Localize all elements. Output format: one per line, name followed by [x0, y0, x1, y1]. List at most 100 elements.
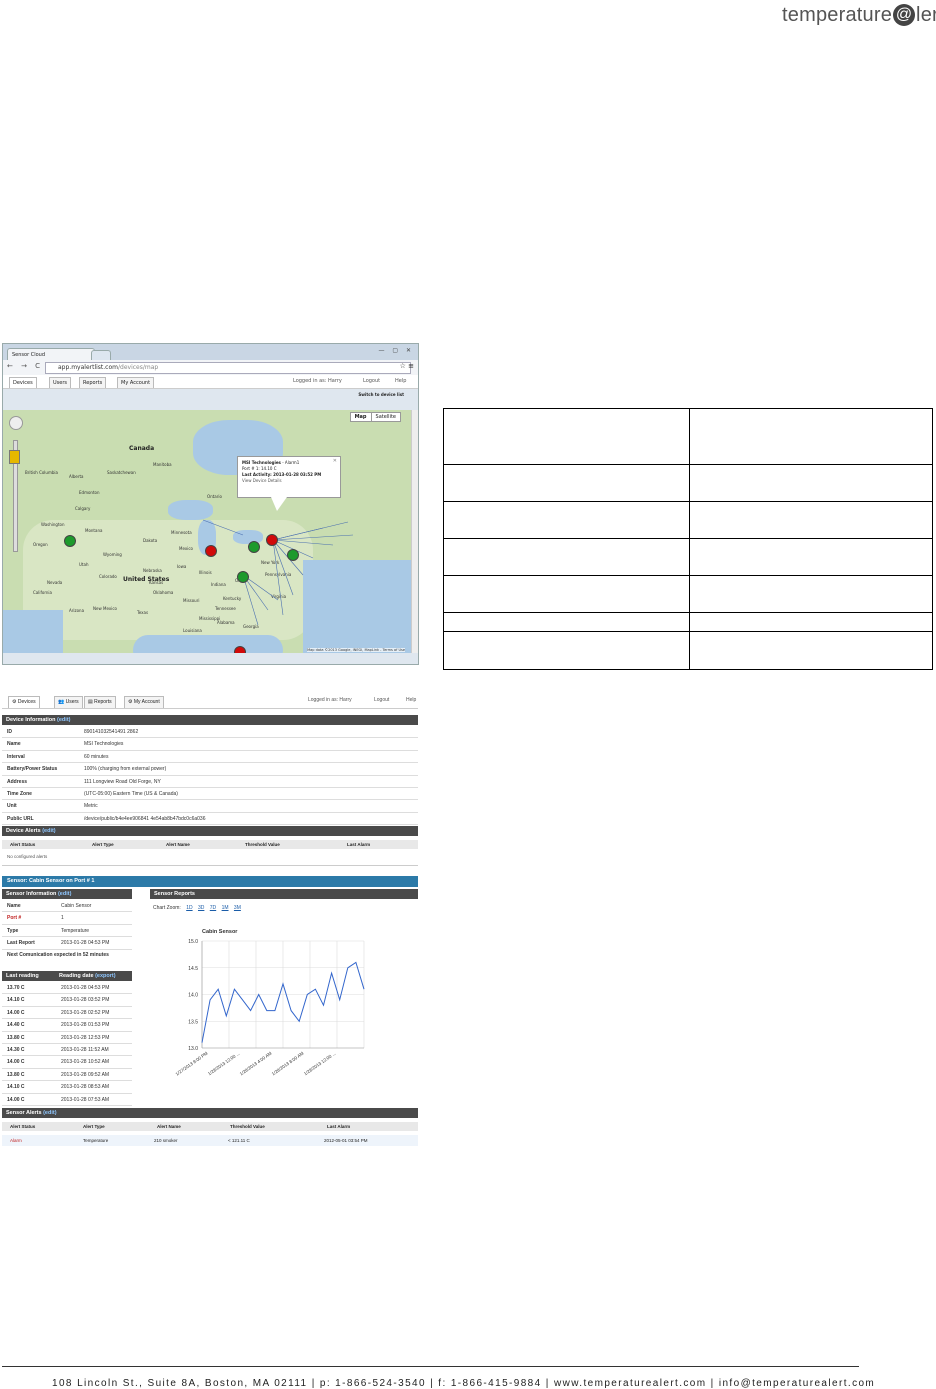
y-tick-label: 13.0 [188, 1046, 198, 1052]
table-cell [689, 408, 933, 465]
reading-date: 2013-01-28 03:52 PM [61, 997, 110, 1004]
sensor-bar: Sensor: Cabin Sensor on Port # 1 [2, 876, 418, 887]
table-row: 13.70 C 2013-01-28 04:53 PM [2, 982, 132, 995]
table-cell [443, 575, 690, 613]
col-reading-date: Reading date (export) [59, 971, 116, 981]
device-info-key: Battery/Power Status [7, 766, 58, 773]
zoom-1d[interactable]: 1D [186, 905, 192, 911]
sensor-info-row: Last Report 2013-01-28 04:53 PM [2, 937, 132, 950]
device-map[interactable]: Canada United States Mexico Nevada Utah … [3, 410, 411, 653]
reading-date: 2013-01-28 04:53 PM [61, 985, 110, 991]
tab-devices[interactable]: Devices [9, 377, 37, 388]
tab-my-account[interactable]: My Account [117, 377, 155, 388]
col-threshold: Threshold Value [245, 842, 280, 847]
device-info-key: Time Zone [7, 791, 32, 797]
table-cell [689, 501, 933, 539]
x-tick-label: 1/28/2013 8:00 AM [271, 1051, 305, 1077]
table-row: 14.40 C 2013-01-28 01:53 PM [2, 1019, 132, 1032]
table-cell [443, 408, 690, 465]
tab-devices[interactable]: ⚙ Devices [8, 696, 40, 708]
map-attribution: Map data ©2013 Google, INEGI, MapLink - … [307, 648, 405, 652]
reading-date: 2013-01-28 01:53 PM [61, 1022, 110, 1029]
device-info-row: Address 111 Longview Road Old Forge, NY [2, 776, 418, 788]
zoom-3m[interactable]: 3M [234, 905, 241, 911]
sensor-alert-row[interactable]: Alarm Temperature 210 smoker < 121.11 C … [2, 1135, 418, 1146]
browser-menu-icon[interactable]: ☆ ≡ [400, 362, 414, 370]
table-cell [443, 538, 690, 576]
device-info-key: ID [7, 729, 12, 735]
zoom-1m[interactable]: 1M [222, 905, 229, 911]
tab-my-account[interactable]: ⚙ My Account [124, 696, 164, 708]
sensor-info-key: Last Report [7, 940, 35, 947]
browser-nav-icons[interactable]: ← → C [7, 362, 43, 370]
pegman-icon[interactable] [9, 450, 20, 464]
zoom-3d[interactable]: 3D [198, 905, 204, 911]
url-field[interactable]: app.myalertlist.com/devices/map [45, 362, 411, 374]
y-tick-label: 14.0 [188, 993, 198, 999]
edit-sensor-link[interactable]: (edit) [58, 891, 71, 897]
device-info-key: Address [7, 778, 28, 785]
table-row: 13.80 C 2013-01-28 12:53 PM [2, 1032, 132, 1044]
alert-status: Alarm [10, 1138, 22, 1143]
zoom-7d[interactable]: 7D [210, 905, 216, 911]
col-last-reading: Last reading [6, 973, 39, 979]
chart-title: Cabin Sensor [202, 929, 238, 935]
device-pin-green[interactable] [237, 571, 249, 583]
alert-threshold: < 121.11 C [228, 1138, 250, 1143]
pan-control-icon[interactable] [9, 416, 23, 430]
edit-alerts-link[interactable]: (edit) [42, 828, 55, 834]
device-pin-red[interactable] [266, 534, 278, 546]
logout-link[interactable]: Logout [363, 378, 380, 384]
tab-reports[interactable]: ▤ Reports [84, 696, 116, 708]
sensor-info-value: 1 [61, 915, 64, 922]
device-info-row: ID 890141032541491 2862 [2, 726, 418, 739]
sensor-chart[interactable]: Cabin Sensor 15.0 14.5 14.0 13.5 13.01/27/201… [162, 923, 377, 1103]
device-pin-green[interactable] [64, 535, 76, 547]
edit-sensor-alerts-link[interactable]: (edit) [43, 1110, 56, 1116]
device-popup: ✕ MSI Technologies - Alarm1 Port # 1: 14… [237, 456, 341, 498]
alert-name: 210 smoker [154, 1138, 178, 1143]
tab-users[interactable]: 👥 Users [54, 696, 83, 708]
table-cell [689, 631, 933, 670]
help-link[interactable]: Help [395, 378, 406, 384]
edit-device-link[interactable]: (edit) [57, 717, 70, 723]
col-alert-type: Alert Type [83, 1124, 105, 1129]
table-cell [689, 538, 933, 576]
map-type-satellite[interactable]: Satellite [372, 413, 400, 421]
url-host: app.myalertlist.com [58, 364, 118, 371]
reading-value: 13.80 C [7, 1071, 25, 1078]
logout-link[interactable]: Logout [374, 697, 389, 703]
tab-users[interactable]: Users [49, 377, 72, 388]
y-tick-label: 13.5 [188, 1019, 198, 1025]
map-type-map[interactable]: Map [351, 413, 372, 421]
device-alerts-title: Device Alerts [6, 828, 41, 834]
browser-map-screenshot: Sensor Cloud — ▢ ✕ ← → C app.myalertlist… [2, 343, 419, 665]
device-pin-red[interactable] [205, 545, 217, 557]
page-scrollbar[interactable] [411, 410, 418, 653]
device-info-value: Metric [84, 803, 98, 810]
col-alert-status: Alert Status [10, 1124, 36, 1129]
help-link[interactable]: Help [406, 697, 416, 703]
device-pin-green[interactable] [248, 541, 260, 553]
sensor-alerts-header: Sensor Alerts (edit) [2, 1108, 418, 1118]
view-device-details-link[interactable]: View Device Details [242, 478, 336, 484]
device-info-value: /device/public/b4e4ee906841 4e54ab8b47bd… [84, 815, 206, 822]
table-row: 14.10 C 2013-01-28 08:53 AM [2, 1081, 132, 1094]
col-alert-name: Alert Name [166, 842, 190, 847]
window-controls-icon[interactable]: — ▢ ✕ [378, 347, 414, 354]
switch-to-list-link[interactable]: Switch to device list [358, 392, 404, 397]
tab-reports[interactable]: Reports [79, 377, 107, 388]
export-link[interactable]: (export) [95, 973, 115, 979]
reading-date: 2013-01-28 07:53 AM [61, 1096, 110, 1103]
close-icon[interactable]: ✕ [333, 458, 337, 464]
device-pin-green[interactable] [287, 549, 299, 561]
table-row: 14.30 C 2013-01-28 11:52 AM [2, 1044, 132, 1057]
logged-in-text: Logged in as: Harry [308, 697, 352, 703]
x-tick-label: 1/28/2013 12:00 ... [303, 1051, 337, 1077]
device-info-row: Interval 60 minutes [2, 751, 418, 764]
sensor-alerts-col-header: Alert Status Alert Type Alert Name Thres… [2, 1122, 418, 1131]
browser-tabbar: Sensor Cloud — ▢ ✕ [3, 344, 418, 361]
reading-value: 14.10 C [7, 1084, 25, 1091]
table-cell [443, 501, 690, 539]
device-pin-red[interactable] [234, 646, 246, 653]
